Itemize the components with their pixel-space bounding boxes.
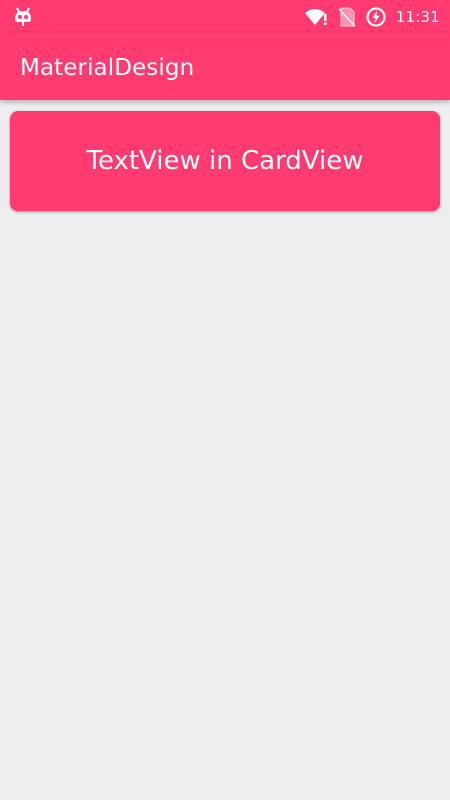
status-time: 11:31 xyxy=(395,7,440,26)
app-bar: MaterialDesign xyxy=(0,33,450,100)
status-bar: 11:31 xyxy=(0,0,450,33)
status-icons: 11:31 xyxy=(304,0,440,33)
card-text-view: TextView in CardView xyxy=(86,146,364,176)
card-view[interactable]: TextView in CardView xyxy=(10,111,440,211)
wifi-alert-icon xyxy=(304,7,328,27)
cyanogen-robot-icon xyxy=(12,6,34,28)
no-sim-icon xyxy=(338,7,356,27)
battery-charging-icon xyxy=(366,6,386,27)
screen: 11:31 MaterialDesign TextView in CardVie… xyxy=(0,0,450,800)
app-title: MaterialDesign xyxy=(20,55,195,81)
